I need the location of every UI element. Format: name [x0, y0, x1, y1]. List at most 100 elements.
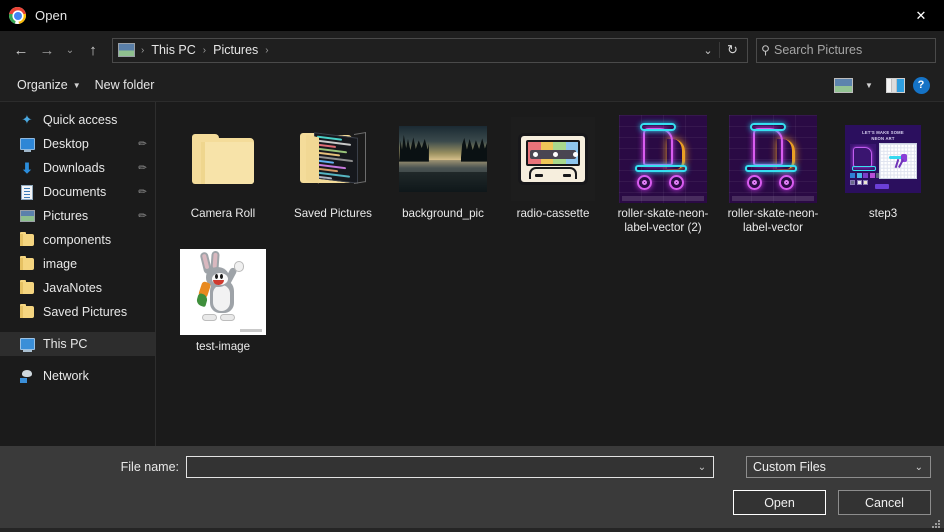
search-icon: ⚲: [761, 43, 770, 57]
file-item[interactable]: roller-skate-neon-label-vector: [718, 110, 828, 243]
chevron-down-icon: ▼: [72, 80, 81, 90]
new-folder-button[interactable]: New folder: [88, 74, 162, 96]
refresh-icon[interactable]: ↻: [719, 42, 745, 58]
cassette-thumbnail: [505, 114, 601, 204]
pictures-icon: [18, 208, 36, 224]
resize-grip[interactable]: [929, 517, 940, 528]
file-item[interactable]: background_pic: [388, 110, 498, 243]
file-item[interactable]: radio-cassette: [498, 110, 608, 243]
sidebar-item-desktop[interactable]: Desktop ✐: [0, 132, 155, 156]
file-name-label: test-image: [195, 340, 251, 353]
bottom-strip: [0, 528, 944, 532]
chevron-down-icon: ⌄: [914, 461, 923, 473]
search-input[interactable]: [774, 38, 935, 62]
back-button[interactable]: ←: [8, 37, 34, 63]
file-name-label: Saved Pictures: [294, 207, 372, 220]
new-folder-label: New folder: [94, 78, 155, 92]
sidebar-item-label: components: [43, 233, 112, 247]
file-item[interactable]: Camera Roll: [168, 110, 278, 243]
download-icon: ⬇: [21, 160, 33, 176]
preview-pane-button[interactable]: [882, 74, 908, 96]
sidebar-item-quick-access[interactable]: ✦ Quick access: [0, 108, 155, 132]
view-options-dropdown[interactable]: ▼: [856, 74, 882, 96]
view-layout-icon: [833, 77, 853, 93]
file-name-combobox[interactable]: ⌄: [186, 456, 714, 478]
pin-icon[interactable]: ✐: [134, 161, 148, 175]
sidebar-item-downloads[interactable]: ⬇ Downloads ✐: [0, 156, 155, 180]
sidebar-item-label: JavaNotes: [43, 281, 103, 295]
file-name-label: roller-skate-neon-label-vector (2): [617, 207, 709, 234]
sidebar-item-network[interactable]: Network: [0, 364, 155, 388]
forward-button[interactable]: →: [34, 37, 60, 63]
sidebar-item-documents[interactable]: Documents ✐: [0, 180, 155, 204]
cancel-button[interactable]: Cancel: [838, 490, 931, 515]
file-name-input[interactable]: [187, 457, 691, 477]
pin-icon[interactable]: ✐: [134, 209, 148, 223]
close-icon[interactable]: ✕: [898, 0, 944, 31]
pictures-folder-icon: [118, 43, 135, 57]
breadcrumb-pictures[interactable]: Pictures: [208, 41, 263, 59]
organize-button[interactable]: Organize ▼: [10, 74, 88, 96]
address-bar[interactable]: › This PC › Pictures › ⌄ ↻: [112, 37, 748, 63]
neon-skate-thumbnail: [615, 114, 711, 204]
file-name-label: radio-cassette: [516, 207, 590, 220]
sidebar-item-label: Documents: [43, 185, 107, 199]
document-icon: [18, 184, 36, 200]
breadcrumb-separator: ›: [141, 44, 145, 56]
preview-pane-icon: [885, 77, 905, 93]
file-name-label: step3: [868, 207, 898, 220]
design-tool-thumbnail: LET'S MAKE SOME NEON ART: [835, 114, 931, 204]
sidebar-item-this-pc[interactable]: This PC: [0, 332, 155, 356]
file-item[interactable]: test-image: [168, 243, 278, 362]
file-grid: Camera Roll Saved Pictures background_pi…: [156, 102, 944, 362]
sidebar-item-label: image: [43, 257, 78, 271]
folder-icon: [18, 232, 36, 248]
navigation-pane: ✦ Quick access Desktop ✐ ⬇ Downloads ✐ D…: [0, 102, 156, 446]
landscape-photo-thumbnail: [395, 114, 491, 204]
file-list-view[interactable]: Camera Roll Saved Pictures background_pi…: [156, 102, 944, 446]
file-item[interactable]: roller-skate-neon-label-vector (2): [608, 110, 718, 243]
sidebar-item-label: Desktop: [43, 137, 89, 151]
neon-skate-thumbnail: [725, 114, 821, 204]
button-row: Open Cancel: [733, 490, 931, 515]
sidebar-item-components[interactable]: components: [0, 228, 155, 252]
sidebar-item-javanotes[interactable]: JavaNotes: [0, 276, 155, 300]
file-type-select[interactable]: Custom Files ⌄: [746, 456, 931, 478]
star-icon: ✦: [21, 112, 33, 127]
chrome-logo-icon: [9, 7, 26, 24]
navigation-bar: ← → ⌄ ↑ › This PC › Pictures › ⌄ ↻ ⚲: [0, 31, 944, 69]
this-pc-icon: [18, 336, 36, 352]
recent-locations-button[interactable]: ⌄: [60, 37, 80, 63]
sidebar-item-image[interactable]: image: [0, 252, 155, 276]
sidebar-item-pictures[interactable]: Pictures ✐: [0, 204, 155, 228]
folder-icon: [18, 256, 36, 272]
help-button[interactable]: ?: [908, 74, 934, 96]
sidebar-item-label: This PC: [43, 337, 88, 351]
folder-icon: [18, 280, 36, 296]
file-name-label-text: File name:: [120, 460, 179, 474]
command-toolbar: Organize ▼ New folder ▼ ?: [0, 69, 944, 102]
window-title: Open: [35, 8, 68, 23]
chevron-down-icon[interactable]: ⌄: [697, 44, 719, 57]
breadcrumb-this-pc[interactable]: This PC: [146, 41, 200, 59]
sidebar-item-label: Saved Pictures: [43, 305, 128, 319]
folder-icon: [18, 304, 36, 320]
pin-icon[interactable]: ✐: [134, 185, 148, 199]
organize-label: Organize: [17, 78, 68, 92]
chevron-down-icon[interactable]: ⌄: [691, 462, 713, 473]
pin-icon[interactable]: ✐: [134, 137, 148, 151]
search-box[interactable]: ⚲: [756, 37, 936, 63]
dialog-footer: File name: ⌄ Custom Files ⌄ Open Cancel: [0, 446, 944, 532]
view-layout-button[interactable]: [830, 74, 856, 96]
file-item[interactable]: LET'S MAKE SOME NEON ART step3: [828, 110, 938, 243]
file-name-label: background_pic: [402, 207, 484, 220]
open-button[interactable]: Open: [733, 490, 826, 515]
up-button[interactable]: ↑: [80, 37, 106, 63]
help-icon: ?: [912, 76, 930, 94]
file-item[interactable]: Saved Pictures: [278, 110, 388, 243]
network-icon: [18, 368, 36, 384]
empty-folder-icon: [175, 114, 271, 204]
sidebar-item-saved-pictures[interactable]: Saved Pictures: [0, 300, 155, 324]
